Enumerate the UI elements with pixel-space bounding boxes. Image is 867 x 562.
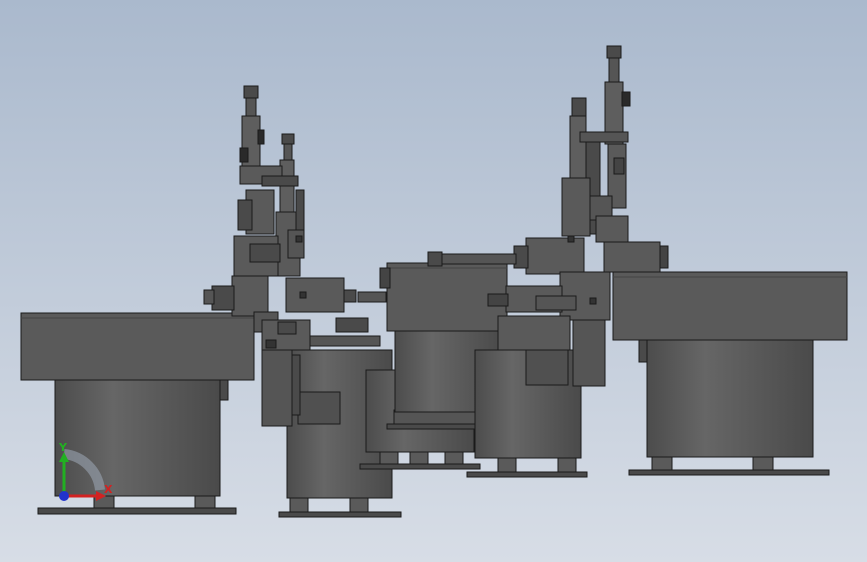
- x-axis-label: X: [104, 483, 113, 496]
- z-axis-marker: [59, 491, 69, 501]
- y-axis-label: Y: [58, 441, 68, 454]
- right-bowl-feeder: [612, 271, 848, 476]
- left-manipulator: [203, 85, 387, 351]
- axis-triad: Y X: [58, 441, 113, 501]
- assembly-model[interactable]: [0, 0, 867, 562]
- cad-viewport[interactable]: Y X: [0, 0, 867, 562]
